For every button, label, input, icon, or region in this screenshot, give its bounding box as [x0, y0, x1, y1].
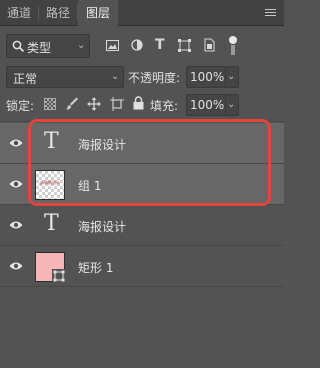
type-layer-filter-icon[interactable]: T	[155, 37, 165, 53]
lock-transparent-pixels-icon[interactable]	[44, 98, 56, 110]
fill-input[interactable]: 100%	[186, 94, 226, 116]
blend-row: 正常 ⌄ 不透明度: 100% ⌄	[0, 66, 284, 90]
eye-icon[interactable]	[9, 179, 23, 189]
lock-row: 锁定: 填充: 100% ⌄	[0, 94, 284, 116]
shape-layer-badge-icon	[52, 269, 66, 283]
fill-dropdown[interactable]: ⌄	[225, 94, 239, 116]
smart-object-filter-icon[interactable]	[203, 38, 215, 52]
layer-row[interactable]: T 海报设计	[0, 205, 284, 245]
type-layer-icon: T	[44, 211, 59, 236]
selection-highlight	[28, 119, 271, 206]
blend-mode-select[interactable]: 正常 ⌄	[6, 66, 124, 88]
tab-layers[interactable]: 图层	[78, 0, 118, 27]
chevron-down-icon: ⌄	[77, 40, 86, 51]
adjustment-layer-filter-icon[interactable]	[131, 39, 143, 51]
lock-position-icon[interactable]	[87, 97, 101, 111]
opacity-dropdown[interactable]: ⌄	[225, 66, 239, 88]
lock-artboard-icon[interactable]	[110, 97, 124, 111]
filter-kind-label: 类型	[27, 41, 52, 55]
search-icon	[12, 40, 25, 53]
fill-label: 填充:	[150, 99, 179, 113]
eye-icon[interactable]	[9, 261, 23, 271]
filter-kind-select[interactable]: 类型 ⌄	[6, 34, 90, 58]
filter-row: 类型 ⌄ T	[0, 34, 284, 60]
blend-mode-value: 正常	[13, 72, 38, 86]
eye-icon[interactable]	[9, 220, 23, 230]
lock-all-icon[interactable]	[133, 96, 144, 110]
shape-thumbnail	[35, 252, 66, 283]
shape-layer-filter-icon[interactable]	[178, 39, 191, 52]
layer-name: 海报设计	[78, 220, 127, 234]
opacity-input[interactable]: 100%	[186, 66, 226, 88]
opacity-label: 不透明度:	[128, 71, 181, 85]
eye-icon[interactable]	[9, 138, 23, 148]
divider	[0, 286, 284, 287]
panel-menu-icon[interactable]	[265, 9, 276, 17]
panel-tab-bar: 通道 路径 图层	[0, 0, 284, 27]
lock-label: 锁定:	[6, 99, 35, 113]
chevron-down-icon: ⌄	[227, 71, 236, 82]
layer-row[interactable]: 矩形 1	[0, 246, 284, 286]
filter-toggle-icon[interactable]	[229, 36, 237, 56]
opacity-value: 100%	[190, 70, 225, 84]
tab-paths[interactable]: 路径	[39, 0, 77, 26]
lock-image-pixels-icon[interactable]	[66, 97, 78, 110]
pixel-layer-filter-icon[interactable]	[106, 40, 119, 51]
tab-channels[interactable]: 通道	[0, 0, 38, 26]
chevron-down-icon: ⌄	[227, 99, 236, 110]
chevron-down-icon: ⌄	[111, 71, 120, 82]
fill-value: 100%	[190, 98, 225, 112]
layer-name: 矩形 1	[78, 261, 114, 275]
